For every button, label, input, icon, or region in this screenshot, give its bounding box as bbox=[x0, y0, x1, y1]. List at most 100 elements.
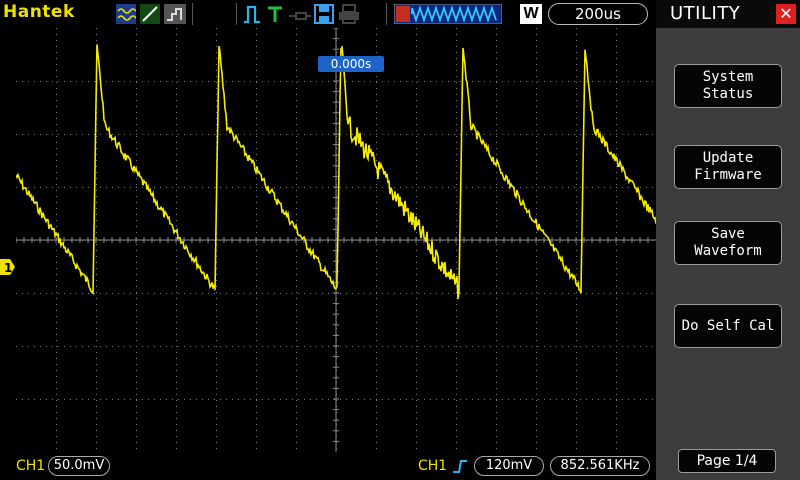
grid-dot bbox=[296, 190, 297, 191]
grid-dot bbox=[616, 28, 617, 29]
grid-dot bbox=[56, 298, 57, 299]
grid-dot bbox=[616, 172, 617, 173]
grid-dot bbox=[442, 81, 443, 82]
grid-dot bbox=[160, 187, 161, 188]
ch1-level-marker[interactable]: 1 bbox=[0, 258, 16, 276]
grid-dot bbox=[616, 322, 617, 323]
grid-dot bbox=[576, 268, 577, 269]
run-stop-icon[interactable] bbox=[242, 4, 262, 24]
grid-dot bbox=[226, 134, 227, 135]
update-firmware-button[interactable]: Update Firmware bbox=[674, 145, 782, 189]
grid-dot bbox=[634, 293, 635, 294]
grid-dot bbox=[592, 81, 593, 82]
print-icon[interactable] bbox=[338, 4, 360, 24]
grid-dot bbox=[536, 340, 537, 341]
grid-dot bbox=[136, 364, 137, 365]
grid-dot bbox=[628, 293, 629, 294]
grid-dot bbox=[184, 399, 185, 400]
grid-dot bbox=[56, 64, 57, 65]
save-disk-icon[interactable] bbox=[314, 4, 334, 24]
page-button[interactable]: Page 1/4 bbox=[678, 449, 776, 473]
grid-dot bbox=[456, 376, 457, 377]
grid-dot bbox=[456, 130, 457, 131]
grid-dot bbox=[176, 448, 177, 449]
grid-dot bbox=[456, 118, 457, 119]
grid-dot bbox=[184, 81, 185, 82]
grid-dot bbox=[536, 28, 537, 29]
waveform-display[interactable]: 0.000s 1 bbox=[0, 28, 671, 452]
persist-icon[interactable] bbox=[164, 4, 186, 24]
grid-dot bbox=[130, 293, 131, 294]
grid-dot bbox=[536, 304, 537, 305]
grid-dot bbox=[616, 166, 617, 167]
grid-dot bbox=[346, 134, 347, 135]
grid-dot bbox=[376, 190, 377, 191]
grid-dot bbox=[328, 346, 329, 347]
grid-dot bbox=[136, 286, 137, 287]
grid-dot bbox=[538, 399, 539, 400]
grid-dot bbox=[296, 274, 297, 275]
grid-dot bbox=[376, 118, 377, 119]
grid-dot bbox=[536, 184, 537, 185]
xy-mode-icon[interactable] bbox=[140, 4, 160, 24]
grid-dot bbox=[376, 424, 377, 425]
grid-dot bbox=[216, 376, 217, 377]
grid-dot bbox=[268, 81, 269, 82]
grid-dot bbox=[376, 436, 377, 437]
grid-dot bbox=[400, 346, 401, 347]
grid-dot bbox=[296, 286, 297, 287]
grid-dot bbox=[520, 187, 521, 188]
grid-dot bbox=[176, 208, 177, 209]
grid-dot bbox=[562, 187, 563, 188]
grid-dot bbox=[112, 187, 113, 188]
grid-dot bbox=[352, 346, 353, 347]
grid-dot bbox=[536, 406, 537, 407]
grid-dot bbox=[616, 293, 617, 294]
grid-dot bbox=[496, 184, 497, 185]
grid-dot bbox=[456, 262, 457, 263]
grid-dot bbox=[388, 399, 389, 400]
grid-dot bbox=[96, 328, 97, 329]
trigger-t-icon[interactable] bbox=[266, 4, 284, 24]
grid-dot bbox=[256, 346, 257, 347]
grid-dot bbox=[640, 134, 641, 135]
grid-dot bbox=[96, 268, 97, 269]
grid-dot bbox=[616, 334, 617, 335]
grid-dot bbox=[96, 250, 97, 251]
system-status-button[interactable]: System Status bbox=[674, 64, 782, 108]
grid-dot bbox=[382, 399, 383, 400]
grid-dot bbox=[496, 370, 497, 371]
grid-dot bbox=[416, 82, 417, 83]
grid-dot bbox=[484, 346, 485, 347]
grid-dot bbox=[56, 328, 57, 329]
grid-dot bbox=[176, 400, 177, 401]
grid-dot bbox=[56, 406, 57, 407]
grid-dot bbox=[176, 316, 177, 317]
grid-dot bbox=[616, 226, 617, 227]
grid-dot bbox=[556, 81, 557, 82]
self-cal-button[interactable]: Do Self Cal bbox=[674, 304, 782, 348]
grid-dot bbox=[456, 46, 457, 47]
grid-dot bbox=[472, 399, 473, 400]
grid-dot bbox=[376, 406, 377, 407]
waveform-mode-icon[interactable] bbox=[116, 4, 136, 24]
grid-dot bbox=[502, 81, 503, 82]
grid-dot bbox=[456, 82, 457, 83]
grid-dot bbox=[556, 399, 557, 400]
window-zoom-indicator[interactable]: W bbox=[520, 4, 542, 24]
grid-dot bbox=[562, 346, 563, 347]
grid-dot bbox=[70, 346, 71, 347]
grid-dot bbox=[208, 399, 209, 400]
grid-dot bbox=[536, 76, 537, 77]
save-waveform-button[interactable]: Save Waveform bbox=[674, 221, 782, 265]
close-icon[interactable]: ✕ bbox=[776, 4, 796, 24]
grid-dot bbox=[56, 418, 57, 419]
grid-dot bbox=[358, 293, 359, 294]
grid-dot bbox=[256, 250, 257, 251]
grid-dot bbox=[296, 136, 297, 137]
grid-dot bbox=[456, 436, 457, 437]
grid-dot bbox=[296, 172, 297, 173]
grid-dot bbox=[216, 364, 217, 365]
grid-dot bbox=[208, 134, 209, 135]
grid-dot bbox=[96, 274, 97, 275]
